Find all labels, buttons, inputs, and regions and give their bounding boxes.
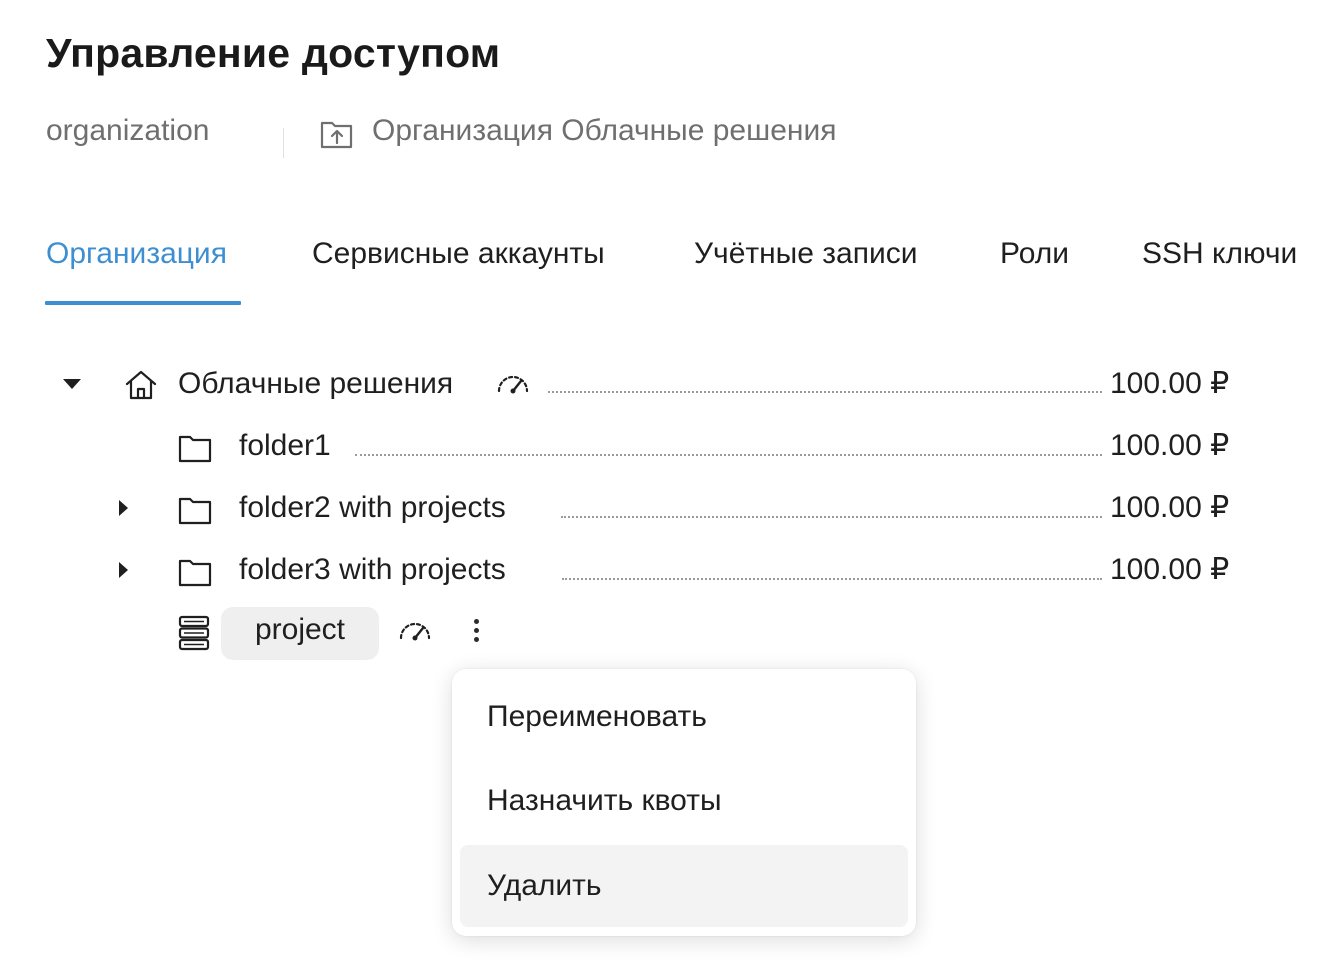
breadcrumb-divider [283, 128, 284, 158]
menu-item-label: Назначить квоты [487, 784, 722, 817]
caret-down-icon[interactable] [63, 379, 81, 389]
menu-item-label: Удалить [487, 869, 602, 902]
tab-organization[interactable]: Организация [46, 232, 227, 276]
tree-item-amount: 100.00 ₽ [1110, 491, 1230, 524]
project-chip[interactable]: project [221, 607, 379, 660]
tab-bar: Организация Сервисные аккаунты Учётные з… [0, 232, 1344, 308]
folder-icon [178, 559, 212, 587]
dotted-leader [561, 516, 1102, 518]
active-tab-indicator [45, 301, 241, 305]
breadcrumb-organization[interactable]: organization [46, 114, 209, 148]
tab-service-accounts[interactable]: Сервисные аккаунты [312, 232, 605, 276]
tab-roles[interactable]: Роли [1000, 232, 1069, 276]
quota-gauge-icon[interactable] [398, 619, 432, 641]
menu-item-rename[interactable]: Переименовать [460, 676, 908, 758]
tree-root-label[interactable]: Облачные решения [178, 364, 453, 404]
folder-icon [178, 435, 212, 463]
menu-item-label: Переименовать [487, 700, 707, 733]
tree-item-amount: 100.00 ₽ [1110, 553, 1230, 586]
caret-right-icon[interactable] [119, 500, 128, 516]
page-title: Управление доступом [46, 30, 501, 76]
quota-gauge-icon[interactable] [496, 372, 530, 394]
tree-item-amount: 100.00 ₽ [1110, 429, 1230, 462]
server-icon [178, 615, 210, 651]
tree-item-label[interactable]: folder2 with projects [239, 488, 506, 528]
tree-item-label[interactable]: folder3 with projects [239, 550, 506, 590]
dotted-leader [548, 391, 1102, 393]
tab-ssh-keys[interactable]: SSH ключи [1142, 232, 1297, 276]
menu-item-delete[interactable]: Удалить [460, 845, 908, 927]
menu-item-assign-quotas[interactable]: Назначить квоты [460, 760, 908, 842]
project-label: project [254, 613, 346, 646]
breadcrumb-folder[interactable]: Организация Облачные решения [372, 114, 836, 148]
tree-root-amount: 100.00 ₽ [1110, 367, 1230, 400]
more-vertical-icon[interactable] [462, 615, 490, 647]
tree-item-label[interactable]: folder1 [239, 426, 331, 466]
folder-upload-icon [320, 121, 353, 149]
context-menu: Переименовать Назначить квоты Удалить [452, 669, 916, 936]
dotted-leader [562, 578, 1102, 580]
dotted-leader [355, 454, 1102, 456]
tab-user-accounts[interactable]: Учётные записи [694, 232, 917, 276]
access-management-page: Управление доступом organization Организ… [0, 0, 1344, 976]
folder-icon [178, 497, 212, 525]
caret-right-icon[interactable] [119, 562, 128, 578]
home-icon [125, 370, 157, 400]
